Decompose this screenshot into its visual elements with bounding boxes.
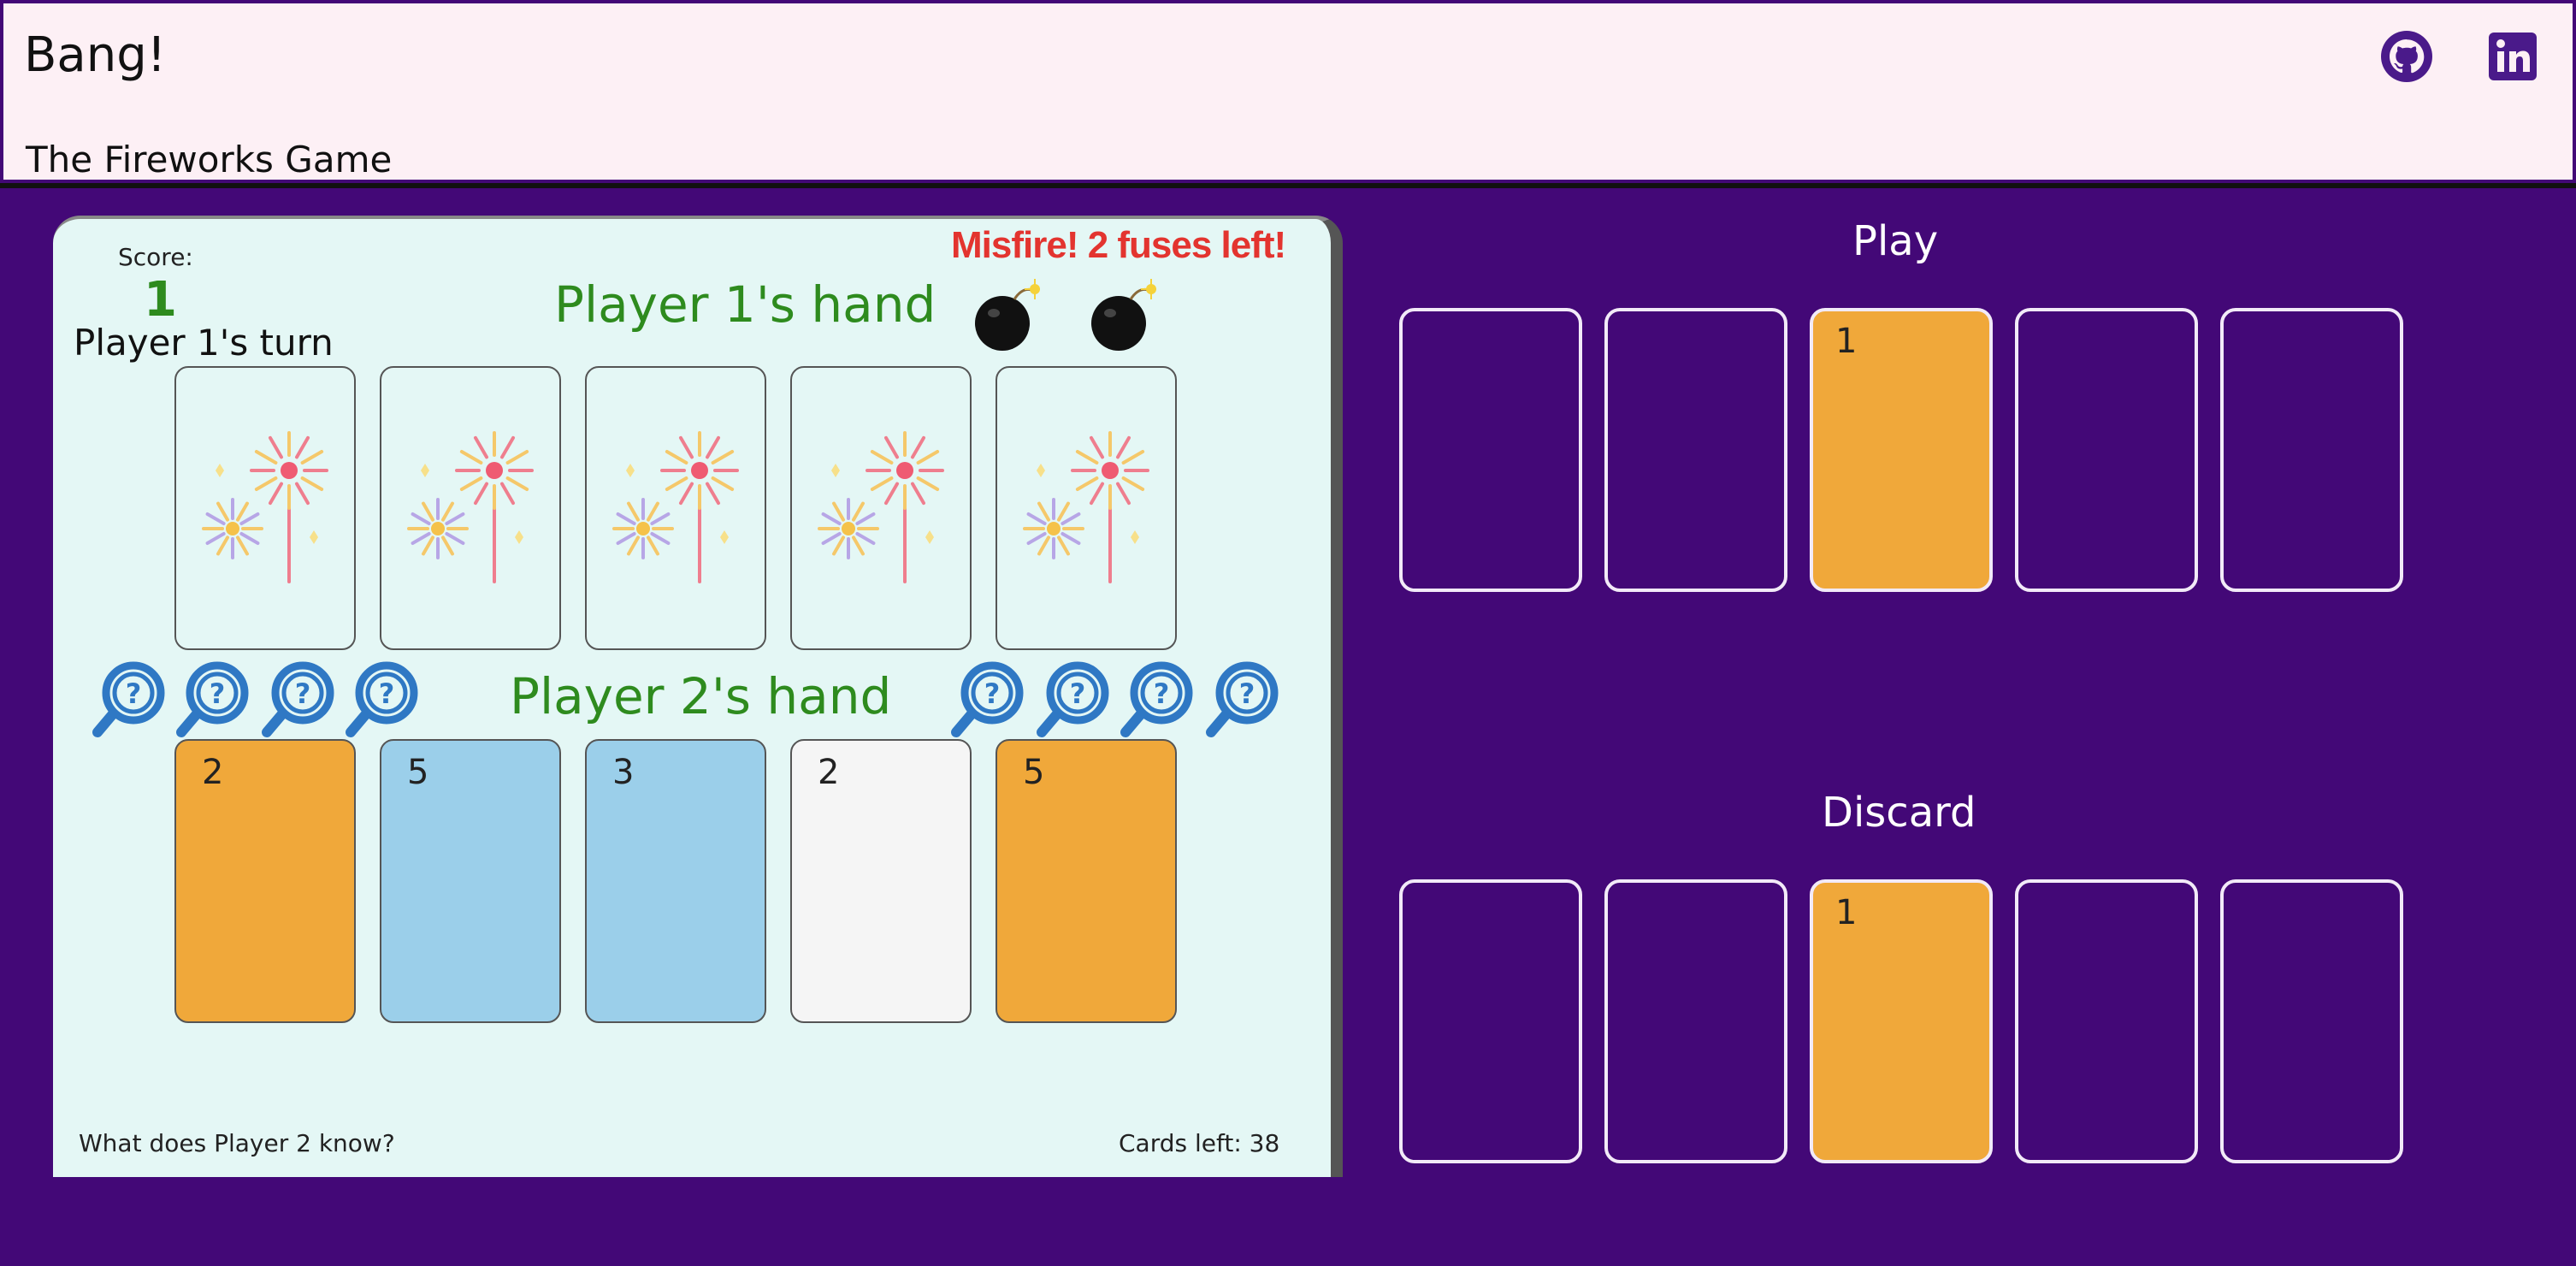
discard-slot[interactable] xyxy=(2220,879,2403,1163)
svg-text:?: ? xyxy=(1154,677,1170,710)
play-slot[interactable] xyxy=(1604,308,1787,592)
magnifier-hint-icon[interactable]: ? xyxy=(344,660,421,739)
slot-number: 1 xyxy=(1835,893,1858,932)
score-value: 1 xyxy=(144,272,177,328)
card-number: 5 xyxy=(1023,753,1045,792)
player1-hidden-card[interactable] xyxy=(380,366,561,650)
svg-text:?: ? xyxy=(1070,677,1086,710)
misfire-message: Misfire! 2 fuses left! xyxy=(951,224,1286,266)
bomb-icon xyxy=(975,279,1040,351)
slot-number: 1 xyxy=(1835,322,1858,361)
firework-icon xyxy=(202,431,328,583)
player1-hidden-card[interactable] xyxy=(585,366,766,650)
turn-indicator: Player 1's turn xyxy=(74,322,334,364)
player2-card[interactable]: 5 xyxy=(996,739,1177,1023)
discard-pile-title: Discard xyxy=(1822,789,1976,837)
player1-hand-title: Player 1's hand xyxy=(554,275,936,334)
player1-hidden-card[interactable] xyxy=(790,366,972,650)
player2-card[interactable]: 2 xyxy=(790,739,972,1023)
svg-text:?: ? xyxy=(210,677,226,710)
svg-text:?: ? xyxy=(379,677,395,710)
svg-text:?: ? xyxy=(1239,677,1256,710)
discard-slot[interactable] xyxy=(1399,879,1582,1163)
firework-icon xyxy=(1023,431,1149,583)
player1-hidden-card[interactable] xyxy=(996,366,1177,650)
player2-hand-title: Player 2's hand xyxy=(510,667,892,725)
magnifier-hint-icon[interactable]: ? xyxy=(1035,660,1112,739)
firework-icon xyxy=(407,431,534,583)
play-slot[interactable] xyxy=(2220,308,2403,592)
svg-text:?: ? xyxy=(295,677,311,710)
play-slot[interactable]: 1 xyxy=(1810,308,1993,592)
play-slot[interactable] xyxy=(1399,308,1582,592)
player2-card[interactable]: 5 xyxy=(380,739,561,1023)
magnifier-hint-icon[interactable]: ? xyxy=(174,660,251,739)
magnifier-hint-icon[interactable]: ? xyxy=(949,660,1026,739)
card-number: 2 xyxy=(202,753,224,792)
card-number: 2 xyxy=(818,753,840,792)
github-icon[interactable] xyxy=(2379,29,2434,84)
app-subtitle: The Fireworks Game xyxy=(26,139,393,180)
magnifier-hint-icon[interactable]: ? xyxy=(260,660,337,739)
app-title: Bang! xyxy=(24,27,167,83)
knowledge-question[interactable]: What does Player 2 know? xyxy=(79,1129,395,1157)
bomb-icon xyxy=(1091,279,1156,351)
magnifier-hint-icon[interactable]: ? xyxy=(1204,660,1281,739)
discard-slot[interactable] xyxy=(2015,879,2198,1163)
discard-slot[interactable]: 1 xyxy=(1810,879,1993,1163)
player2-card[interactable]: 3 xyxy=(585,739,766,1023)
firework-icon xyxy=(612,431,739,583)
app-header: Bang! The Fireworks Game xyxy=(0,0,2576,183)
svg-text:?: ? xyxy=(126,677,142,710)
game-board: Score: 1 Player 1's turn Player 1's hand… xyxy=(53,216,1343,1177)
player1-hidden-card[interactable] xyxy=(174,366,356,650)
play-slot[interactable] xyxy=(2015,308,2198,592)
play-pile-title: Play xyxy=(1852,217,1939,265)
cards-left-counter: Cards left: 38 xyxy=(1119,1129,1280,1157)
score-label: Score: xyxy=(118,243,193,271)
firework-icon xyxy=(818,431,944,583)
discard-slot[interactable] xyxy=(1604,879,1787,1163)
card-number: 3 xyxy=(612,753,635,792)
player2-card[interactable]: 2 xyxy=(174,739,356,1023)
svg-text:?: ? xyxy=(984,677,1001,710)
magnifier-hint-icon[interactable]: ? xyxy=(91,660,168,739)
card-number: 5 xyxy=(407,753,429,792)
magnifier-hint-icon[interactable]: ? xyxy=(1119,660,1196,739)
linkedin-icon[interactable] xyxy=(2485,29,2540,84)
